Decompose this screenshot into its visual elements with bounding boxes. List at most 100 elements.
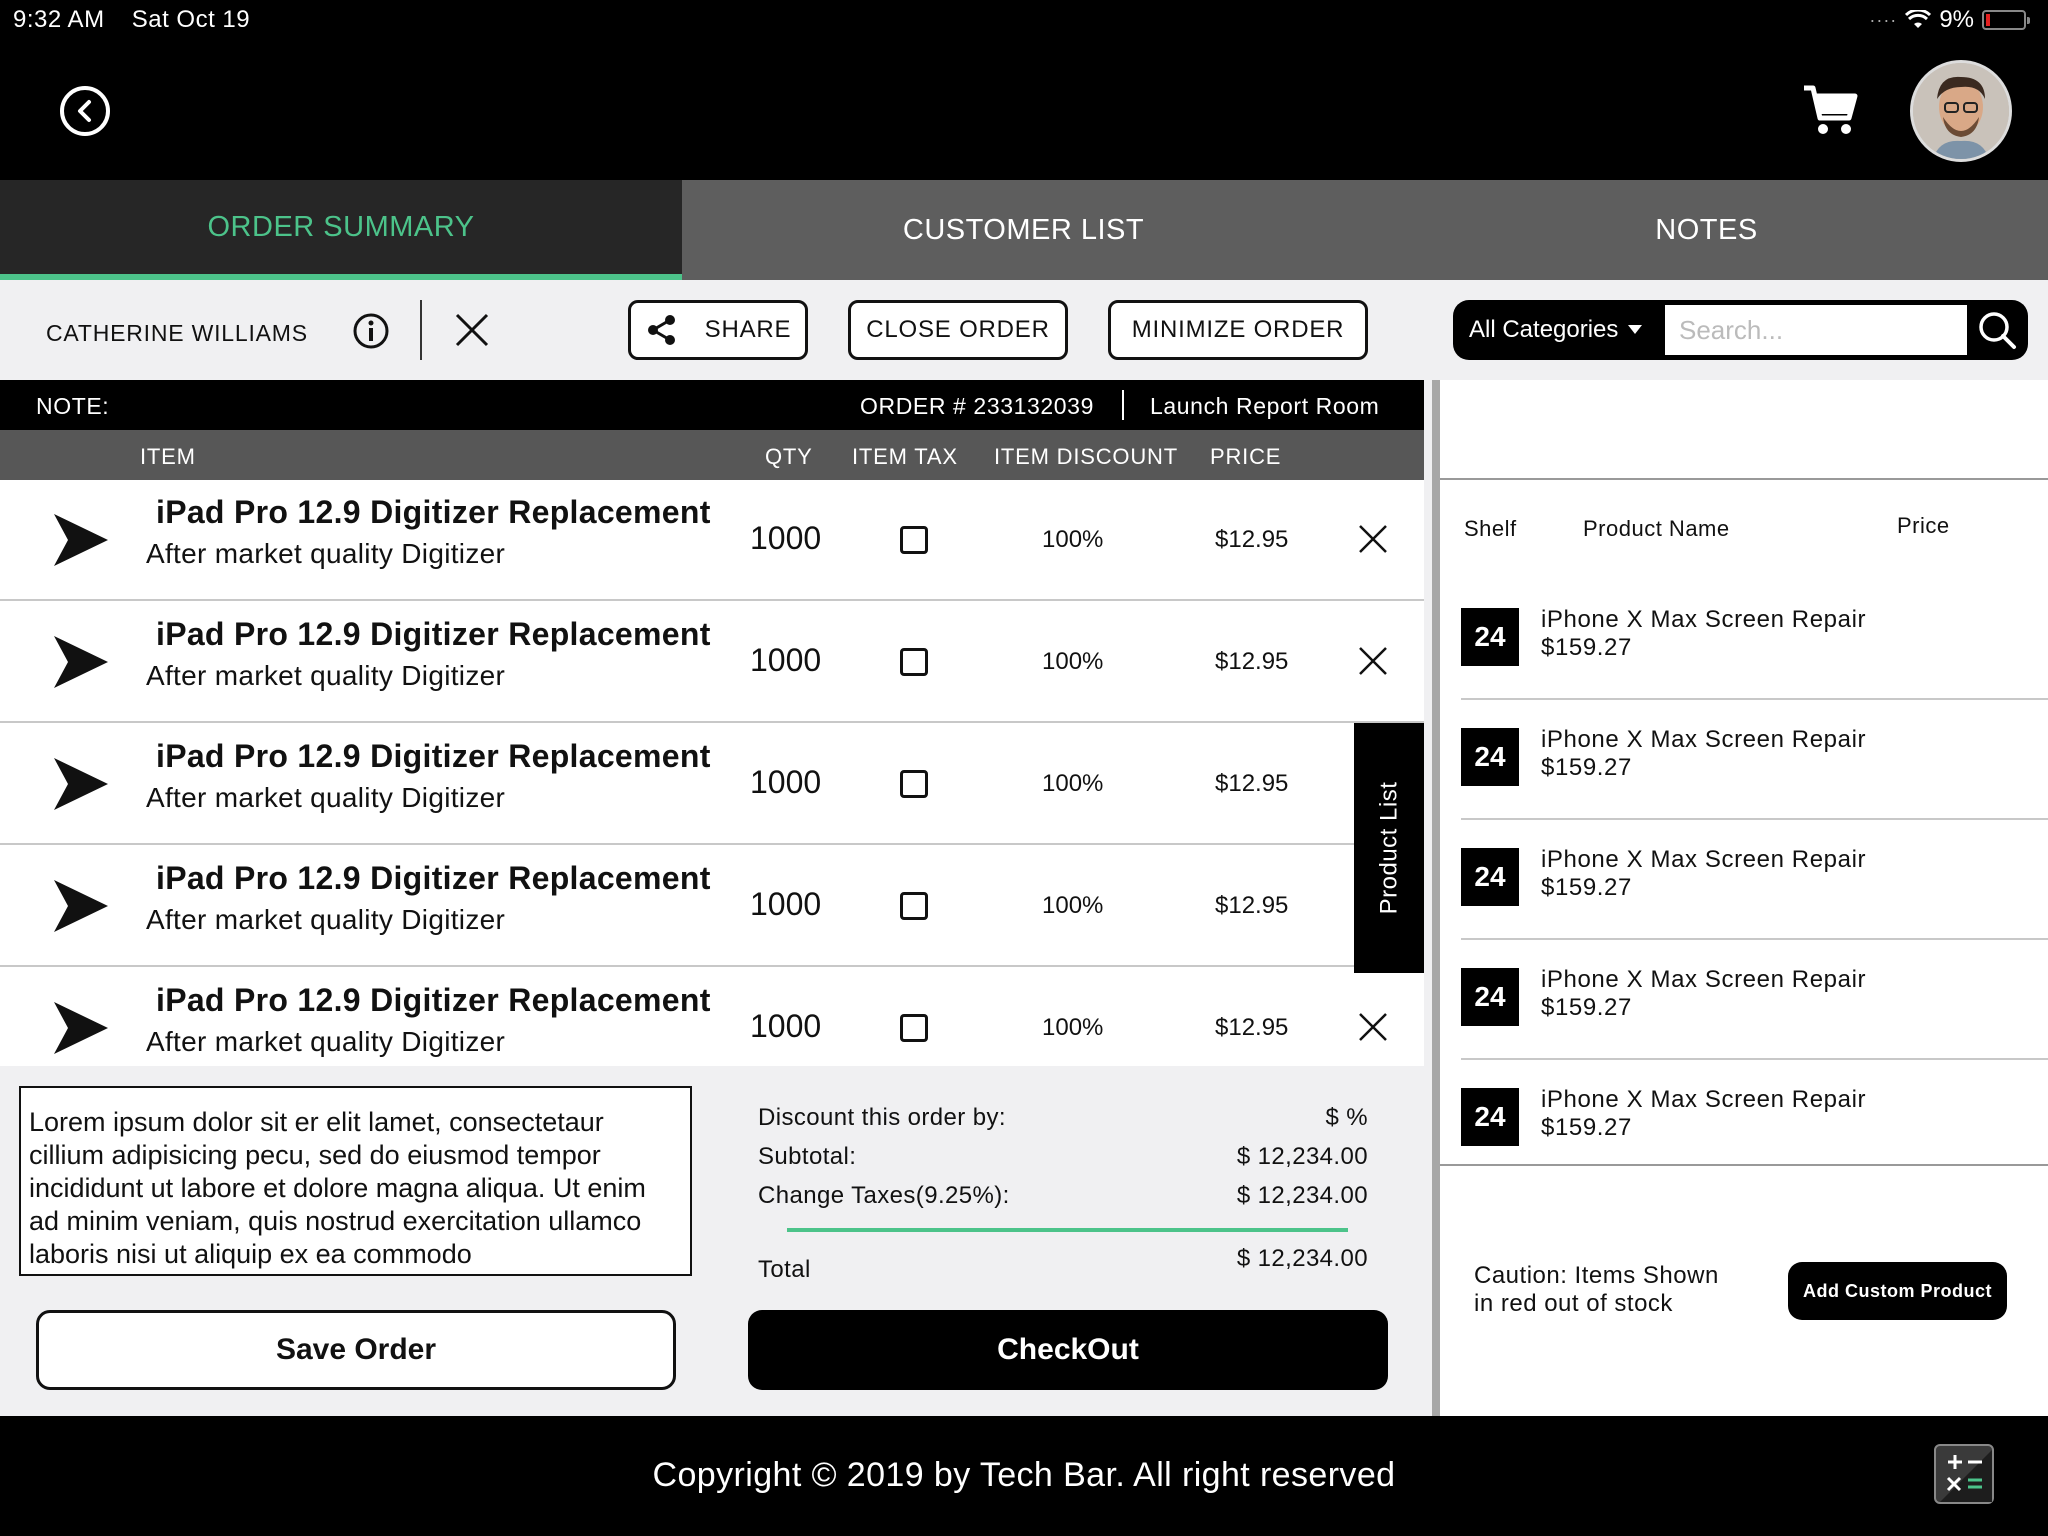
item-price: $12.95 bbox=[1215, 770, 1289, 797]
cart-icon bbox=[1804, 85, 1858, 134]
item-tax-checkbox[interactable] bbox=[900, 648, 928, 676]
product-item[interactable]: 24 iPhone X Max Screen Repair $159.27 bbox=[1440, 820, 2048, 940]
item-title: iPad Pro 12.9 Digitizer Replacement bbox=[156, 738, 711, 774]
close-icon[interactable] bbox=[1358, 646, 1388, 676]
taxes-label[interactable]: Change Taxes(9.25%): bbox=[758, 1182, 1010, 1210]
play-arrow-icon bbox=[54, 636, 108, 688]
caution-line-1: Caution: Items Shown bbox=[1474, 1262, 1719, 1289]
col-shelf: Shelf bbox=[1464, 516, 1517, 541]
col-product-name: Product Name bbox=[1583, 516, 1730, 541]
item-qty[interactable]: 1000 bbox=[750, 520, 821, 557]
remove-customer-button[interactable] bbox=[452, 310, 492, 355]
product-item[interactable]: 24 iPhone X Max Screen Repair $159.27 bbox=[1440, 940, 2048, 1060]
item-tax-checkbox[interactable] bbox=[900, 892, 928, 920]
item-title: iPad Pro 12.9 Digitizer Replacement bbox=[156, 860, 711, 896]
cellular-signal-icon: ···· bbox=[1869, 9, 1898, 30]
caution-line-2: in red out of stock bbox=[1474, 1290, 1673, 1317]
col-item-discount: ITEM DISCOUNT bbox=[994, 444, 1178, 469]
order-item-row[interactable]: iPad Pro 12.9 Digitizer Replacement Afte… bbox=[0, 846, 1424, 967]
item-qty[interactable]: 1000 bbox=[750, 886, 821, 923]
launch-report-room-link[interactable]: Launch Report Room bbox=[1150, 393, 1379, 420]
order-items-list: iPad Pro 12.9 Digitizer Replacement Afte… bbox=[0, 480, 1424, 1066]
item-discount[interactable]: 100% bbox=[1042, 526, 1103, 554]
shelf-badge: 24 bbox=[1461, 968, 1519, 1026]
save-order-button[interactable]: Save Order bbox=[36, 1310, 676, 1390]
calculator-button[interactable] bbox=[1934, 1444, 1994, 1504]
tab-notes[interactable]: NOTES bbox=[1365, 180, 2048, 280]
product-price: $159.27 bbox=[1541, 754, 1632, 781]
item-subtitle: After market quality Digitizer bbox=[146, 782, 506, 813]
product-item[interactable]: 24 iPhone X Max Screen Repair $159.27 bbox=[1440, 580, 2048, 700]
status-time: 9:32 AM Sat Oct 19 bbox=[13, 6, 250, 34]
order-item-row[interactable]: iPad Pro 12.9 Digitizer Replacement Afte… bbox=[0, 480, 1424, 601]
item-tax-checkbox[interactable] bbox=[900, 526, 928, 554]
tab-customer-list[interactable]: CUSTOMER LIST bbox=[682, 180, 1365, 280]
product-list-drawer-tab[interactable]: Product List bbox=[1354, 723, 1424, 973]
share-button[interactable]: SHARE bbox=[628, 300, 808, 360]
order-item-row[interactable]: iPad Pro 12.9 Digitizer Replacement Afte… bbox=[0, 968, 1424, 1066]
close-icon[interactable] bbox=[1358, 1012, 1388, 1042]
item-subtitle: After market quality Digitizer bbox=[146, 1026, 506, 1057]
summary-divider bbox=[787, 1228, 1348, 1232]
close-icon[interactable] bbox=[1358, 524, 1388, 554]
close-icon bbox=[455, 313, 489, 347]
item-qty[interactable]: 1000 bbox=[750, 1008, 821, 1045]
item-subtitle: After market quality Digitizer bbox=[146, 660, 506, 691]
checkout-button[interactable]: CheckOut bbox=[748, 1310, 1388, 1390]
back-button[interactable] bbox=[60, 86, 110, 136]
tab-order-summary[interactable]: ORDER SUMMARY bbox=[0, 180, 682, 280]
stock-caution-note: Caution: Items Shown in red out of stock bbox=[1474, 1262, 1719, 1318]
item-tax-checkbox[interactable] bbox=[900, 770, 928, 798]
col-item: ITEM bbox=[140, 444, 196, 469]
note-divider bbox=[1122, 390, 1124, 420]
panel-top-divider bbox=[1440, 478, 2048, 480]
item-subtitle: After market quality Digitizer bbox=[146, 904, 506, 935]
order-table-header: ITEM QTY ITEM TAX ITEM DISCOUNT PRICE bbox=[0, 430, 1424, 480]
main-tabs: ORDER SUMMARY CUSTOMER LIST NOTES bbox=[0, 180, 2048, 280]
subtotal-label: Subtotal: bbox=[758, 1143, 857, 1170]
order-item-row[interactable]: iPad Pro 12.9 Digitizer Replacement Afte… bbox=[0, 724, 1424, 845]
col-qty: QTY bbox=[765, 444, 813, 469]
order-notes-textarea[interactable]: Lorem ipsum dolor sit er elit lamet, con… bbox=[19, 1086, 692, 1276]
product-item[interactable]: 24 iPhone X Max Screen Repair $159.27 bbox=[1440, 1060, 2048, 1180]
search-input[interactable] bbox=[1665, 305, 1967, 355]
item-discount[interactable]: 100% bbox=[1042, 648, 1103, 676]
play-arrow-icon bbox=[54, 514, 108, 566]
order-item-row[interactable]: iPad Pro 12.9 Digitizer Replacement Afte… bbox=[0, 602, 1424, 723]
discount-input[interactable]: $ % bbox=[1108, 1104, 1368, 1132]
product-list-tab-label: Product List bbox=[1375, 781, 1403, 915]
total-value: $ 12,234.00 bbox=[1236, 1245, 1368, 1272]
user-avatar[interactable] bbox=[1910, 60, 2012, 162]
product-name: iPhone X Max Screen Repair bbox=[1541, 1086, 1867, 1113]
footer: Copyright © 2019 by Tech Bar. All right … bbox=[0, 1416, 2048, 1536]
close-order-button[interactable]: CLOSE ORDER bbox=[848, 300, 1068, 360]
product-name: iPhone X Max Screen Repair bbox=[1541, 966, 1867, 993]
col-product-price: Price bbox=[1897, 513, 1950, 538]
total-label: Total bbox=[758, 1256, 811, 1283]
play-arrow-icon bbox=[54, 758, 108, 810]
order-note-bar: NOTE: ORDER # 233132039 Launch Report Ro… bbox=[0, 380, 1424, 430]
item-qty[interactable]: 1000 bbox=[750, 764, 821, 801]
status-indicators: ···· 9% bbox=[1869, 6, 2030, 34]
share-icon bbox=[647, 315, 675, 345]
product-name: iPhone X Max Screen Repair bbox=[1541, 846, 1867, 873]
search-button[interactable] bbox=[1975, 308, 2019, 357]
item-tax-checkbox[interactable] bbox=[900, 1014, 928, 1042]
category-select[interactable]: All Categories bbox=[1469, 316, 1643, 344]
product-item[interactable]: 24 iPhone X Max Screen Repair $159.27 bbox=[1440, 700, 2048, 820]
minimize-order-button[interactable]: MINIMIZE ORDER bbox=[1108, 300, 1368, 360]
status-clock: 9:32 AM bbox=[13, 6, 105, 33]
item-qty[interactable]: 1000 bbox=[750, 642, 821, 679]
item-discount[interactable]: 100% bbox=[1042, 892, 1103, 920]
item-price: $12.95 bbox=[1215, 892, 1289, 919]
wifi-icon bbox=[1905, 10, 1932, 28]
item-discount[interactable]: 100% bbox=[1042, 1014, 1103, 1042]
item-discount[interactable]: 100% bbox=[1042, 770, 1103, 798]
battery-percent: 9% bbox=[1939, 6, 1974, 33]
shelf-badge: 24 bbox=[1461, 848, 1519, 906]
info-icon bbox=[353, 313, 389, 349]
customer-info-button[interactable] bbox=[352, 312, 390, 355]
add-custom-product-button[interactable]: Add Custom Product bbox=[1788, 1262, 2007, 1320]
note-label: NOTE: bbox=[36, 393, 110, 419]
cart-button[interactable] bbox=[1800, 80, 1860, 140]
